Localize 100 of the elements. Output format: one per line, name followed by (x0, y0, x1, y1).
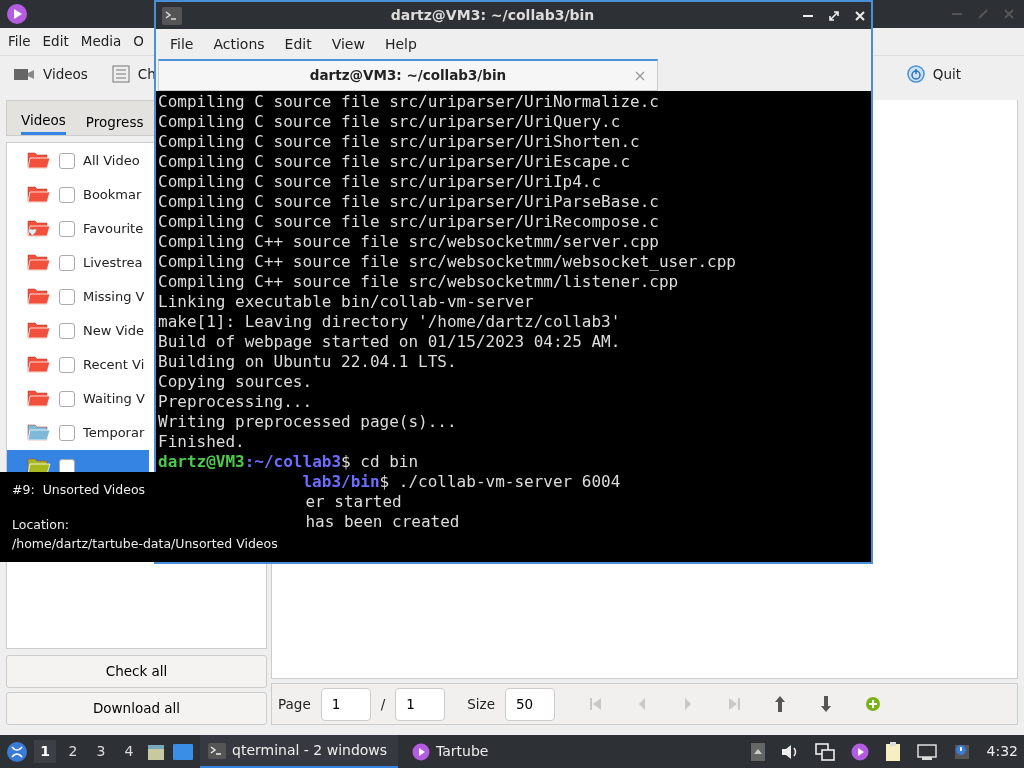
terminal-line: Compiling C source file src/uriparser/UriQuery.c (158, 112, 621, 131)
checkbox[interactable] (59, 425, 75, 441)
toolbar-button[interactable]: Quit (905, 62, 962, 86)
folder-row[interactable]: Temporar (7, 416, 149, 450)
tab[interactable]: Videos (21, 101, 66, 135)
play-icon (412, 742, 430, 761)
desktop-button[interactable]: 4 (118, 740, 140, 763)
camera-icon (13, 66, 35, 82)
folder-row[interactable]: Favourite (7, 212, 149, 246)
terminal-line: Compiling C source file src/uriparser/UriParseBase.c (158, 192, 659, 211)
taskbar-button[interactable]: qterminal - 2 windows (200, 735, 398, 768)
terminal-line: Building on Ubuntu 22.04.1 LTS. (158, 352, 457, 371)
add-icon[interactable] (864, 696, 881, 712)
checkbox[interactable] (59, 357, 75, 373)
prompt-path: lab3/bin (302, 472, 380, 491)
folder-label: Favourite (83, 220, 144, 239)
terminal-line: Compiling C++ source file src/websocketmm/server.cpp (158, 232, 659, 251)
desktop-button[interactable]: 1 (34, 740, 56, 763)
terminal-line: Preprocessing... (158, 392, 313, 411)
folder-row[interactable]: All Video (7, 144, 149, 178)
location-label: Location: (12, 515, 71, 534)
up-arrow-icon[interactable] (772, 695, 787, 713)
terminal-icon (208, 742, 226, 759)
checkbox[interactable] (59, 221, 75, 237)
terminal-line: Finished. (158, 432, 245, 451)
page-field[interactable]: 1 (320, 687, 371, 721)
list-icon (111, 65, 130, 83)
volume-icon[interactable] (780, 743, 799, 760)
menu-item[interactable]: O (133, 31, 144, 52)
folder-row[interactable]: New Vide (7, 314, 149, 348)
menu-item[interactable]: File (8, 31, 31, 52)
folder-label: Temporar (83, 424, 145, 443)
expand-tray-icon[interactable] (750, 742, 765, 761)
folder-label: Bookmar (83, 186, 142, 205)
folder-row[interactable]: Bookmar (7, 178, 149, 212)
toolbar-button[interactable]: Videos (12, 62, 89, 86)
folder-row[interactable]: Livestrea (7, 246, 149, 280)
start-menu-icon[interactable] (6, 740, 28, 763)
desktop-button[interactable]: 3 (90, 740, 112, 763)
folder-label: Livestrea (83, 254, 143, 273)
menu-item[interactable]: Media (80, 31, 122, 52)
menu-item[interactable]: File (160, 33, 204, 55)
terminal-line: Build of webpage started on 01/15/2023 04:25 AM. (158, 332, 621, 351)
checkbox[interactable] (59, 255, 75, 271)
prompt-path: :~/collab3 (244, 452, 342, 471)
tooltip-number: #9: (12, 481, 35, 499)
menu-item[interactable]: Help (374, 33, 427, 55)
clock: 4:32 (986, 742, 1018, 761)
checkbox[interactable] (59, 289, 75, 305)
terminal-line: Compiling C source file src/uriparser/UriNormalize.c (158, 92, 659, 111)
app-logo-icon (6, 3, 28, 25)
folder-row[interactable]: Recent Vi (7, 348, 149, 382)
terminal-line: Copying sources. (158, 372, 313, 391)
menu-item[interactable]: Edit (274, 33, 322, 55)
action-button[interactable]: Download all (6, 692, 267, 725)
action-button[interactable]: Check all (6, 655, 267, 688)
taskbar-button[interactable]: Tartube (404, 735, 497, 768)
window-title: dartz@VM3: ~/collab3/bin (389, 6, 596, 25)
tooltip-title: Unsorted Videos (42, 481, 146, 499)
terminal-line: Writing preprocessed page(s)... (158, 412, 457, 431)
terminal-tab[interactable]: dartz@VM3: ~/collab3/bin (158, 59, 658, 91)
notification-icon[interactable] (952, 742, 971, 761)
folder-label: All Video (83, 152, 140, 171)
desktop-icon[interactable] (172, 742, 194, 761)
size-field[interactable]: 50 (504, 687, 555, 721)
network-icon[interactable] (916, 743, 937, 760)
checkbox[interactable] (59, 153, 75, 169)
size-label: Size (467, 694, 495, 714)
clipboard-icon[interactable] (884, 741, 901, 762)
terminal-line: Compiling C source file src/uriparser/UriShorten.c (158, 132, 640, 151)
terminal-command: $ cd bin (341, 452, 419, 471)
terminal-line: er started (305, 492, 402, 511)
play-icon[interactable] (850, 742, 869, 761)
terminal-line: Compiling C source file src/uriparser/UriRecompose.c (158, 212, 659, 231)
terminal-line: has been created (305, 512, 460, 531)
checkbox[interactable] (59, 323, 75, 339)
prompt-user: dartz@VM3 (158, 452, 245, 471)
page-label: Page (278, 694, 311, 714)
folder-row[interactable]: Waiting V (7, 382, 149, 416)
folder-label: Missing V (83, 288, 145, 307)
location-path: /home/dartz/tartube-data/Unsorted Videos (12, 534, 279, 553)
folder-row[interactable]: Missing V (7, 280, 149, 314)
power-icon (906, 65, 925, 83)
down-arrow-icon[interactable] (818, 695, 833, 713)
window-switch-icon[interactable] (814, 742, 835, 761)
terminal-line: Linking executable bin/collab-vm-server (158, 292, 534, 311)
terminal-line: Compiling C++ source file src/websocketmm/listener.cpp (158, 272, 679, 291)
checkbox[interactable] (59, 391, 75, 407)
terminal-line: Compiling C source file src/uriparser/UriIp4.c (158, 172, 602, 191)
separator: / (380, 694, 386, 714)
pages-field[interactable]: 1 (395, 687, 446, 721)
folder-label: New Vide (83, 322, 144, 341)
terminal-line: Compiling C++ source file src/websocketmm/websocket_user.cpp (158, 252, 736, 271)
checkbox[interactable] (59, 187, 75, 203)
tab[interactable]: Progress (85, 101, 144, 135)
menu-item[interactable]: Edit (42, 31, 69, 52)
desktop-button[interactable]: 2 (62, 740, 84, 763)
menu-item[interactable]: Actions (203, 33, 275, 55)
terminal-line: Compiling C source file src/uriparser/UriEscape.c (158, 152, 630, 171)
menu-item[interactable]: View (321, 33, 375, 55)
